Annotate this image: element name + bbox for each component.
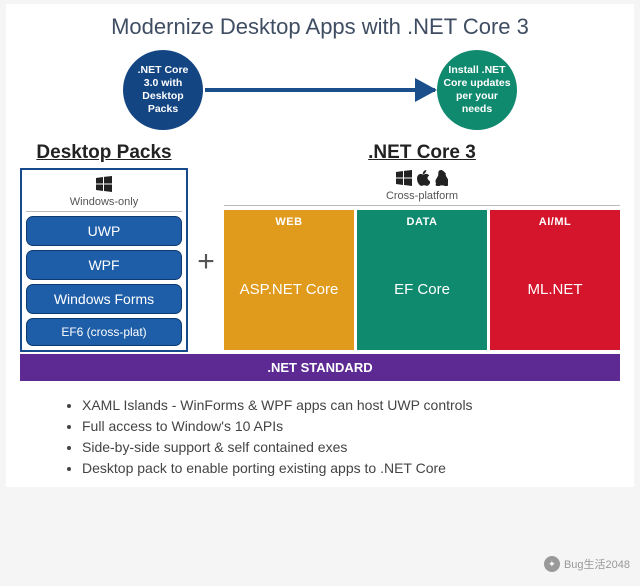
page-title: Modernize Desktop Apps with .NET Core 3 [20,14,620,40]
stack-item-uwp: UWP [26,216,182,246]
netcore3-column: .NET Core 3 Cross-platform WEB ASP.NET C… [224,142,620,352]
platform-label-left: Windows-only [26,174,182,212]
workload-grid: WEB ASP.NET Core DATA EF Core AI/ML ML.N… [224,210,620,350]
bullet-item: Side-by-side support & self contained ex… [82,437,620,458]
platform-text-right: Cross-platform [386,190,458,202]
card-data-label: EF Core [394,228,450,350]
flow-row: .NET Core 3.0 with Desktop Packs Install… [20,50,620,130]
card-ai-header: AI/ML [539,216,571,228]
card-web: WEB ASP.NET Core [224,210,354,350]
wechat-icon: ✦ [544,556,560,572]
slide: Modernize Desktop Apps with .NET Core 3 … [6,4,634,487]
desktop-packs-panel: Windows-only UWP WPF Windows Forms EF6 (… [20,168,188,352]
netcore3-heading: .NET Core 3 [224,142,620,164]
desktop-packs-heading: Desktop Packs [20,142,188,164]
windows-icon [26,176,182,194]
platform-label-right: Cross-platform [224,168,620,206]
card-ai-label: ML.NET [527,228,582,350]
netcore3-panel: Cross-platform WEB ASP.NET Core DATA EF … [224,168,620,350]
net-standard-bar: .NET STANDARD [20,354,620,381]
flow-circle-right: Install .NET Core updates per your needs [437,50,517,130]
platform-text-left: Windows-only [70,196,138,208]
os-icons [224,170,620,188]
watermark: ✦ Bug生活2048 [544,556,630,572]
watermark-text: Bug生活2048 [564,556,630,572]
desktop-packs-column: Desktop Packs Windows-only UWP WPF Windo… [20,142,188,352]
columns: Desktop Packs Windows-only UWP WPF Windo… [20,142,620,352]
bullet-list: XAML Islands - WinForms & WPF apps can h… [64,395,620,479]
card-data-header: DATA [407,216,438,228]
linux-icon [434,170,448,186]
flow-circle-left: .NET Core 3.0 with Desktop Packs [123,50,203,130]
stack-item-ef6: EF6 (cross-plat) [26,318,182,346]
apple-icon [416,170,430,186]
stack-item-wpf: WPF [26,250,182,280]
desktop-stack: UWP WPF Windows Forms EF6 (cross-plat) [26,216,182,346]
card-ai: AI/ML ML.NET [490,210,620,350]
bullet-item: Desktop pack to enable porting existing … [82,458,620,479]
stack-item-winforms: Windows Forms [26,284,182,314]
bullet-item: XAML Islands - WinForms & WPF apps can h… [82,395,620,416]
arrow-icon [205,88,435,92]
card-web-header: WEB [275,216,302,228]
card-data: DATA EF Core [357,210,487,350]
card-web-label: ASP.NET Core [240,228,339,350]
bullet-item: Full access to Window's 10 APIs [82,416,620,437]
plus-icon: + [188,142,224,352]
windows-icon [396,170,412,186]
